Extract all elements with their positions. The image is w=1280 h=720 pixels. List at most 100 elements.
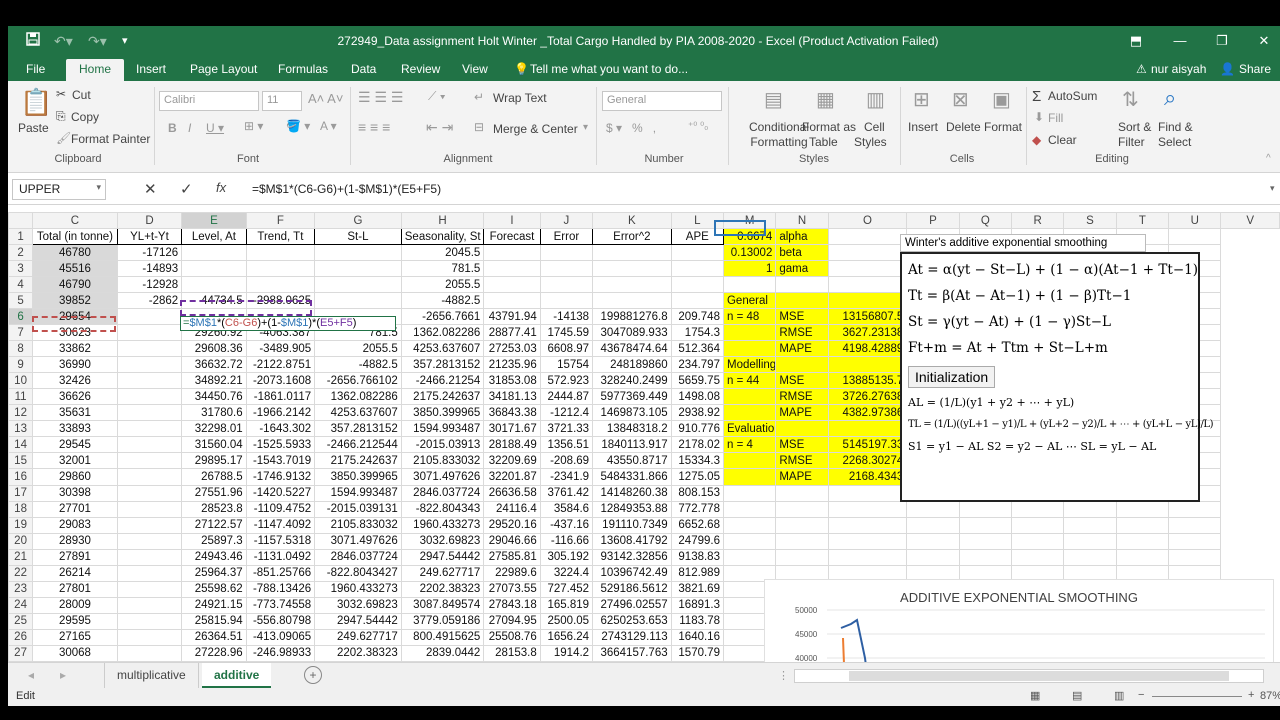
- indent-icon[interactable]: ⇤ ⇥: [426, 119, 453, 136]
- cell[interactable]: [116, 532, 183, 550]
- cell[interactable]: 1594.993487: [400, 420, 485, 438]
- row-header[interactable]: 4: [8, 276, 34, 294]
- cell[interactable]: -2466.212544: [314, 436, 402, 454]
- cell[interactable]: 3627.23138: [827, 324, 908, 342]
- tab-page-layout[interactable]: Page Layout: [186, 59, 261, 81]
- cell[interactable]: 24943.46: [181, 548, 247, 566]
- cell[interactable]: -246.98933: [245, 644, 316, 663]
- cell[interactable]: 25897.3: [181, 532, 247, 550]
- cell[interactable]: 3850.399965: [400, 404, 485, 422]
- cell[interactable]: [1168, 500, 1222, 518]
- column-header[interactable]: G: [314, 212, 402, 229]
- cell[interactable]: [722, 516, 777, 534]
- cell[interactable]: 191110.7349: [592, 516, 672, 534]
- cell[interactable]: [827, 484, 908, 502]
- cell[interactable]: 27585.81: [483, 548, 541, 566]
- cell[interactable]: 28009: [32, 596, 118, 614]
- cell[interactable]: 2045.5: [400, 244, 485, 262]
- cell[interactable]: [670, 276, 724, 294]
- cell[interactable]: 29895.17: [181, 452, 247, 470]
- format-as-table-label2[interactable]: Table: [809, 135, 838, 149]
- cell[interactable]: 14148260.38: [592, 484, 672, 502]
- cell[interactable]: 25964.37: [181, 564, 247, 582]
- row-header[interactable]: 10: [8, 372, 34, 390]
- cell[interactable]: [1115, 548, 1170, 566]
- cell[interactable]: 2444.87: [539, 388, 594, 406]
- paste-button[interactable]: Paste: [18, 121, 49, 135]
- cell[interactable]: [539, 292, 594, 310]
- row-header[interactable]: 3: [8, 260, 34, 278]
- cell[interactable]: Error^2: [592, 227, 672, 246]
- cell[interactable]: [181, 244, 247, 262]
- cell[interactable]: [314, 260, 402, 278]
- merge-center-button[interactable]: Merge & Center: [493, 122, 578, 136]
- cell[interactable]: 2938.92: [670, 404, 724, 422]
- cell[interactable]: -1543.7019: [245, 452, 316, 470]
- cell[interactable]: 2268.30274: [827, 452, 908, 470]
- cell[interactable]: [116, 356, 183, 374]
- cell[interactable]: -1131.0492: [245, 548, 316, 566]
- copy-button[interactable]: Copy: [71, 110, 99, 124]
- cell[interactable]: [539, 260, 594, 278]
- cell[interactable]: 33893: [32, 420, 118, 438]
- cell[interactable]: -1109.4752: [245, 500, 316, 518]
- row-header[interactable]: 26: [8, 628, 34, 646]
- cell[interactable]: 512.364: [670, 340, 724, 358]
- cell[interactable]: [1010, 548, 1065, 566]
- cell[interactable]: 29595: [32, 612, 118, 630]
- cell[interactable]: [116, 452, 183, 470]
- cell[interactable]: beta: [775, 244, 829, 262]
- normal-view-icon[interactable]: ▦: [1030, 689, 1040, 702]
- cell[interactable]: [827, 500, 908, 518]
- cell[interactable]: MSE: [775, 436, 829, 454]
- cell[interactable]: 4382.97386: [827, 404, 908, 422]
- cell[interactable]: -413.09065: [245, 628, 316, 646]
- autosum-icon[interactable]: Σ: [1032, 88, 1041, 105]
- column-header[interactable]: S: [1063, 212, 1117, 229]
- cell[interactable]: -1212.4: [539, 404, 594, 422]
- cell[interactable]: Level, At: [181, 227, 247, 246]
- cell[interactable]: 28188.49: [483, 436, 541, 454]
- row-header[interactable]: 21: [8, 548, 34, 566]
- cell[interactable]: [181, 260, 247, 278]
- cell[interactable]: -2122.8751: [245, 356, 316, 374]
- cell[interactable]: [670, 260, 724, 278]
- row-header[interactable]: 8: [8, 340, 34, 358]
- cell[interactable]: 26214: [32, 564, 118, 582]
- horizontal-scrollbar-thumb[interactable]: [849, 671, 1229, 681]
- new-sheet-icon[interactable]: +: [304, 666, 322, 684]
- cell[interactable]: Forecast: [483, 227, 541, 246]
- cell[interactable]: 3071.497626: [400, 468, 485, 486]
- cell[interactable]: 24116.4: [483, 500, 541, 518]
- cell[interactable]: 27253.03: [483, 340, 541, 358]
- cell[interactable]: [1010, 532, 1065, 550]
- minimize-icon[interactable]: —: [1168, 30, 1192, 52]
- cell[interactable]: 9138.83: [670, 548, 724, 566]
- row-header[interactable]: 27: [8, 644, 34, 663]
- cell[interactable]: Modelling: [722, 356, 777, 374]
- cell[interactable]: 1498.08: [670, 388, 724, 406]
- find-select-button[interactable]: Find &: [1158, 120, 1193, 134]
- cell[interactable]: 1275.05: [670, 468, 724, 486]
- cell[interactable]: [1063, 500, 1117, 518]
- cell-styles-label2[interactable]: Styles: [854, 135, 887, 149]
- cell[interactable]: -556.80798: [245, 612, 316, 630]
- clear-icon[interactable]: ◆: [1032, 133, 1041, 147]
- cell[interactable]: [827, 276, 908, 294]
- cell[interactable]: [958, 516, 1012, 534]
- cell[interactable]: [1063, 532, 1117, 550]
- cell[interactable]: 6652.68: [670, 516, 724, 534]
- cell[interactable]: 22989.6: [483, 564, 541, 582]
- tab-data[interactable]: Data: [347, 59, 380, 81]
- cell[interactable]: [1115, 516, 1170, 534]
- cell[interactable]: 2846.037724: [314, 548, 402, 566]
- column-header[interactable]: D: [116, 212, 183, 229]
- cell[interactable]: -14138: [539, 308, 594, 326]
- cell[interactable]: [314, 276, 402, 294]
- cell[interactable]: [1168, 227, 1222, 246]
- cell[interactable]: [775, 356, 829, 374]
- cell[interactable]: [116, 628, 183, 646]
- column-header[interactable]: U: [1168, 212, 1222, 229]
- cell[interactable]: 12849353.88: [592, 500, 672, 518]
- column-header[interactable]: P: [906, 212, 960, 229]
